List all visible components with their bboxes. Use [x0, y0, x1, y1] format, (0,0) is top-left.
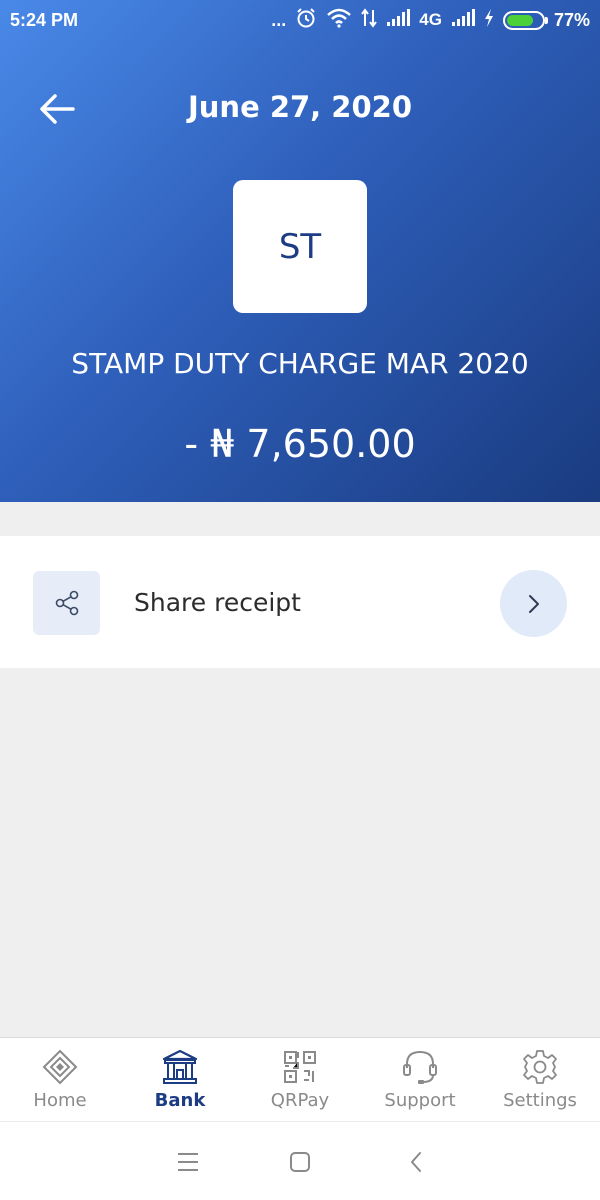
tab-qrpay[interactable]: QRPay	[240, 1038, 360, 1121]
battery-fill	[506, 14, 534, 26]
avatar-initials: ST	[278, 226, 322, 267]
headset-icon	[400, 1048, 440, 1086]
signal-icon	[386, 8, 411, 32]
tab-home[interactable]: Home	[0, 1038, 120, 1121]
gear-icon	[520, 1048, 560, 1086]
tab-bank[interactable]: Bank	[120, 1038, 240, 1121]
transaction-header: 5:24 PM ... 4G 77% June 27, 2020 ST STAM…	[0, 0, 600, 502]
data-transfer-icon	[361, 7, 378, 33]
menu-icon	[178, 1153, 198, 1171]
share-receipt-row[interactable]: Share receipt	[0, 536, 600, 668]
status-icons: ... 4G 77%	[271, 7, 590, 34]
page-title: June 27, 2020	[187, 90, 413, 124]
share-icon	[55, 590, 78, 616]
status-bar: 5:24 PM ... 4G 77%	[0, 0, 600, 40]
bottom-tab-bar: Home Bank QRPay Support Settings	[0, 1037, 600, 1121]
tab-qrpay-label: QRPay	[270, 1090, 330, 1111]
share-receipt-button[interactable]	[500, 570, 567, 637]
tab-settings-label: Settings	[503, 1090, 577, 1111]
network-type: 4G	[419, 10, 442, 29]
tab-support-label: Support	[384, 1090, 456, 1111]
square-icon	[290, 1152, 310, 1172]
tab-bank-label: Bank	[154, 1090, 206, 1111]
alarm-icon	[295, 7, 317, 34]
system-back-button[interactable]	[396, 1146, 436, 1178]
tab-settings[interactable]: Settings	[480, 1038, 600, 1121]
transaction-amount: - ₦ 7,650.00	[184, 422, 416, 466]
wifi-icon	[326, 8, 352, 33]
status-time: 5:24 PM	[10, 9, 79, 30]
battery-percent: 77%	[553, 9, 590, 30]
share-receipt-label: Share receipt	[134, 588, 301, 617]
more-dots: ...	[271, 9, 287, 30]
battery-icon	[502, 10, 548, 30]
signal-icon-2	[451, 8, 475, 32]
chevron-right-icon	[528, 594, 539, 613]
system-navigation-bar	[0, 1121, 600, 1200]
home-icon	[40, 1048, 80, 1086]
qr-code-icon	[280, 1048, 320, 1086]
home-button[interactable]	[280, 1146, 320, 1178]
transaction-description: STAMP DUTY CHARGE MAR 2020	[71, 347, 529, 380]
tab-home-label: Home	[33, 1090, 87, 1111]
tab-support[interactable]: Support	[360, 1038, 480, 1121]
recents-button[interactable]	[168, 1146, 208, 1178]
charging-icon	[484, 8, 494, 32]
bank-icon	[160, 1048, 200, 1086]
share-icon-box	[33, 571, 100, 635]
merchant-avatar: ST	[233, 180, 367, 313]
chevron-left-icon	[411, 1152, 421, 1172]
